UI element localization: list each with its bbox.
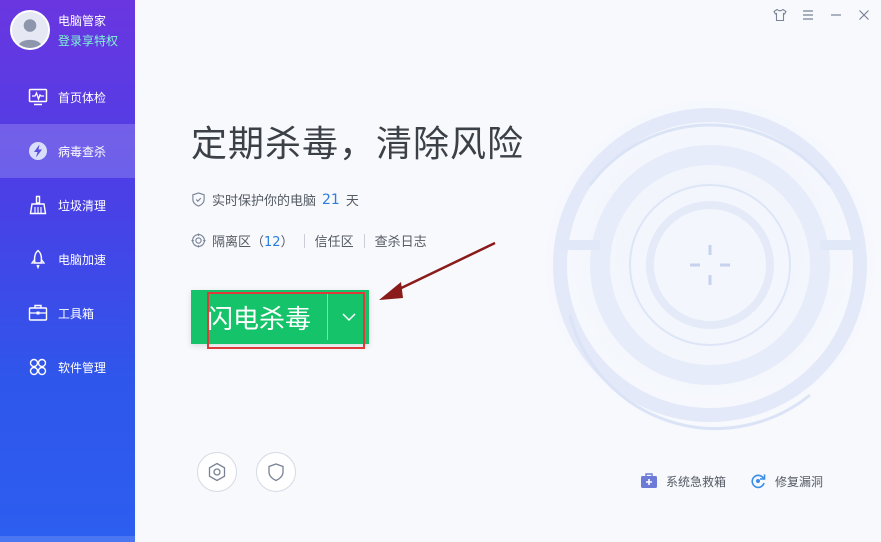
profile-area[interactable]: 电脑管家 登录享特权 bbox=[8, 8, 133, 54]
scan-options-dropdown[interactable] bbox=[328, 290, 369, 344]
apps-icon bbox=[28, 357, 48, 377]
repair-vulnerability-link[interactable]: 修复漏洞 bbox=[749, 472, 823, 490]
shield-icon bbox=[268, 463, 284, 482]
sidebar-nav: 首页体检 病毒查杀 垃圾清理 电脑加速 工具箱 软件管理 bbox=[0, 70, 135, 394]
sidebar-footer bbox=[0, 536, 135, 542]
refresh-repair-icon bbox=[751, 474, 766, 489]
skin-icon bbox=[773, 8, 787, 22]
app-name: 电脑管家 bbox=[58, 14, 107, 28]
quick-scan-button[interactable]: 闪电杀毒 bbox=[191, 290, 327, 344]
first-aid-kit-icon bbox=[641, 473, 657, 488]
minimize-icon bbox=[831, 14, 841, 16]
shield-check-icon bbox=[192, 192, 205, 207]
quarantine-link[interactable]: 隔离区（12） bbox=[212, 231, 294, 250]
chevron-down-icon bbox=[341, 313, 356, 322]
protection-round-button[interactable] bbox=[256, 452, 296, 492]
pointer-arrow bbox=[379, 241, 496, 300]
sidebar-item-software[interactable]: 软件管理 bbox=[0, 340, 135, 394]
lightning-icon bbox=[28, 141, 48, 161]
protection-days: 21 bbox=[322, 191, 340, 208]
page-title: 定期杀毒，清除风险 bbox=[191, 124, 525, 165]
sidebar-item-speedup[interactable]: 电脑加速 bbox=[0, 232, 135, 286]
user-avatar-icon bbox=[12, 12, 48, 48]
scan-button-group: 闪电杀毒 bbox=[191, 290, 369, 344]
sidebar-item-junk-clean[interactable]: 垃圾清理 bbox=[0, 178, 135, 232]
quarantine-label: 隔离区（ bbox=[212, 235, 265, 250]
sidebar: 电脑管家 登录享特权 首页体检 病毒查杀 垃圾清理 电脑加速 工具箱 软件管理 bbox=[0, 0, 135, 542]
protection-status: 实时保护你的电脑 21 天 bbox=[191, 190, 359, 209]
sidebar-item-label: 首页体检 bbox=[58, 90, 107, 105]
rocket-icon bbox=[28, 249, 48, 269]
scan-log-link[interactable]: 查杀日志 bbox=[375, 231, 427, 250]
toolbox-icon bbox=[28, 303, 48, 323]
sidebar-item-label: 垃圾清理 bbox=[58, 198, 107, 213]
login-link[interactable]: 登录享特权 bbox=[58, 32, 118, 49]
divider bbox=[363, 233, 365, 248]
trust-zone-link[interactable]: 信任区 bbox=[315, 231, 354, 250]
system-rescue-link[interactable]: 系统急救箱 bbox=[640, 472, 726, 490]
protection-unit: 天 bbox=[345, 194, 359, 209]
hex-gear-icon bbox=[208, 462, 226, 482]
sidebar-item-label: 工具箱 bbox=[58, 306, 95, 321]
scanner-background-art bbox=[545, 100, 875, 431]
close-button[interactable] bbox=[855, 6, 873, 24]
protection-text: 实时保护你的电脑 bbox=[212, 194, 317, 209]
target-icon bbox=[191, 233, 206, 248]
repair-vulnerability-label: 修复漏洞 bbox=[775, 474, 824, 489]
minimize-button[interactable] bbox=[827, 6, 845, 24]
main-panel: 定期杀毒，清除风险 实时保护你的电脑 21 天 隔离区（12） 信任区 查杀日志… bbox=[135, 0, 881, 542]
monitor-pulse-icon bbox=[28, 87, 48, 107]
menu-button[interactable] bbox=[799, 6, 817, 24]
settings-round-button[interactable] bbox=[197, 452, 237, 492]
sidebar-item-virus-scan[interactable]: 病毒查杀 bbox=[0, 124, 135, 178]
avatar[interactable] bbox=[10, 10, 50, 50]
scan-links-row: 隔离区（12） 信任区 查杀日志 bbox=[191, 231, 427, 250]
close-icon bbox=[859, 10, 869, 20]
sidebar-item-label: 病毒查杀 bbox=[58, 144, 107, 159]
sidebar-item-label: 电脑加速 bbox=[58, 252, 107, 267]
sidebar-item-label: 软件管理 bbox=[58, 360, 107, 375]
skin-button[interactable] bbox=[771, 6, 789, 24]
menu-icon bbox=[803, 10, 813, 20]
quarantine-close: ） bbox=[280, 235, 294, 250]
broom-icon bbox=[28, 195, 48, 215]
sidebar-item-home-checkup[interactable]: 首页体检 bbox=[0, 70, 135, 124]
sidebar-item-toolbox[interactable]: 工具箱 bbox=[0, 286, 135, 340]
quarantine-count: 12 bbox=[264, 235, 281, 250]
system-rescue-label: 系统急救箱 bbox=[666, 474, 727, 489]
window-controls bbox=[771, 6, 873, 24]
divider bbox=[303, 233, 305, 248]
